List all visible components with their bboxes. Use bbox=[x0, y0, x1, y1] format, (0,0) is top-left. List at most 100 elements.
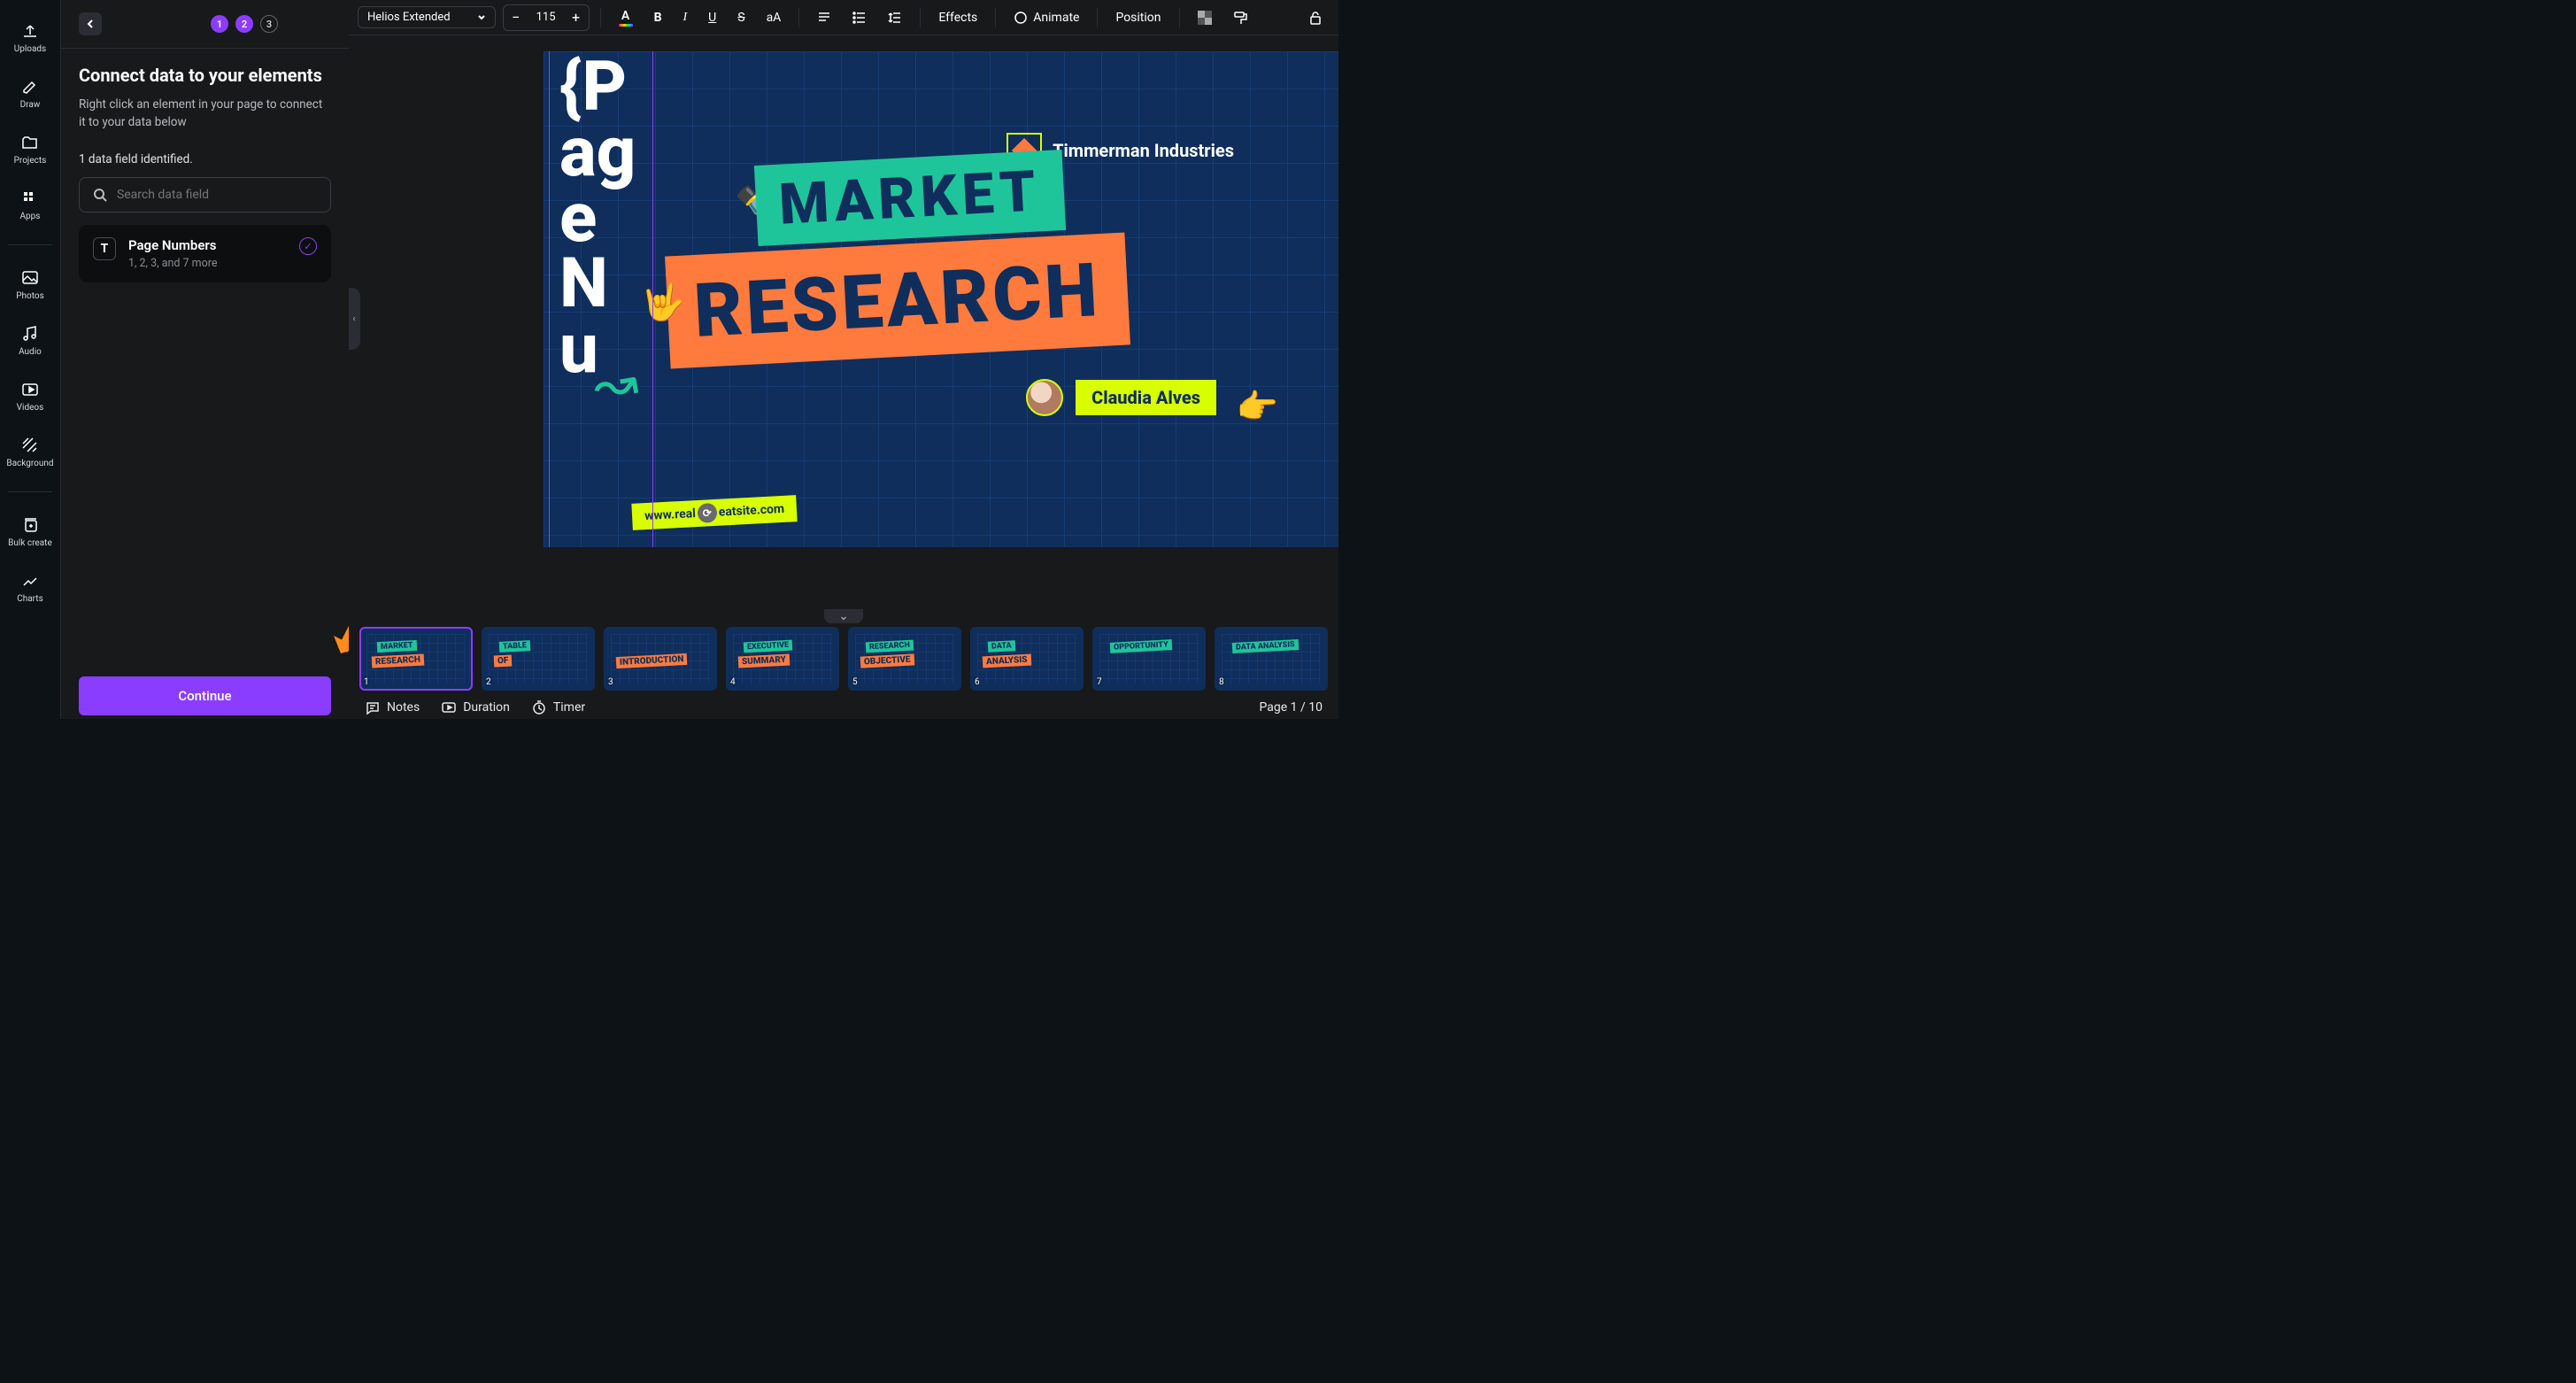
rail-videos[interactable]: Videos bbox=[0, 376, 60, 416]
thumbnail-page-7[interactable]: OPPORTUNITY7 bbox=[1092, 627, 1206, 691]
data-field-card[interactable]: T Page Numbers 1, 2, 3, and 7 more ✓ bbox=[79, 225, 331, 282]
rail-videos-label: Videos bbox=[17, 403, 44, 413]
author-name: Claudia Alves bbox=[1076, 380, 1216, 415]
panel-collapse-handle[interactable]: ‹ bbox=[349, 288, 360, 350]
duration-button[interactable]: Duration bbox=[441, 699, 510, 715]
rail-photos[interactable]: Photos bbox=[0, 265, 60, 305]
field-check-icon: ✓ bbox=[299, 237, 317, 255]
upload-icon bbox=[20, 21, 40, 41]
effects-button[interactable]: Effects bbox=[931, 5, 984, 30]
wizard-steps: 1 2 3 bbox=[61, 0, 349, 49]
underline-button[interactable]: U bbox=[701, 5, 723, 30]
position-button[interactable]: Position bbox=[1108, 5, 1168, 30]
paint-roller-icon bbox=[1233, 11, 1247, 25]
transparency-icon bbox=[1198, 11, 1212, 25]
font-size-value[interactable]: 115 bbox=[528, 11, 564, 24]
list-button[interactable] bbox=[845, 5, 874, 30]
font-name: Helios Extended bbox=[367, 11, 451, 24]
author-block[interactable]: Claudia Alves bbox=[1026, 379, 1216, 416]
font-size-decrease[interactable]: − bbox=[504, 5, 528, 30]
font-size-increase[interactable]: + bbox=[564, 5, 589, 30]
list-icon bbox=[852, 11, 867, 25]
spacing-button[interactable] bbox=[881, 5, 909, 30]
thumbnail-page-4[interactable]: EXECUTIVESUMMARY4 bbox=[726, 627, 839, 691]
brand-text: Timmerman Industries bbox=[1053, 140, 1234, 161]
rail-bulk-create[interactable]: Bulk create bbox=[0, 512, 60, 552]
align-icon bbox=[817, 11, 831, 25]
back-button[interactable] bbox=[79, 12, 102, 35]
rail-draw[interactable]: Draw bbox=[0, 73, 60, 113]
panel-heading: Connect data to your elements bbox=[79, 65, 331, 86]
notes-button[interactable]: Notes bbox=[365, 699, 420, 715]
italic-button[interactable]: I bbox=[676, 5, 695, 30]
sync-icon: ⟳ bbox=[697, 503, 717, 523]
rail-audio[interactable]: Audio bbox=[0, 321, 60, 360]
duration-icon bbox=[441, 699, 457, 715]
rail-bulk-label: Bulk create bbox=[8, 538, 52, 548]
rail-uploads-label: Uploads bbox=[14, 44, 46, 54]
rail-background-label: Background bbox=[6, 459, 53, 468]
step-1[interactable]: 1 bbox=[211, 15, 228, 33]
title-market[interactable]: MARKET bbox=[754, 150, 1066, 246]
side-panel: 1 2 3 Connect data to your elements Righ… bbox=[61, 0, 349, 719]
align-button[interactable] bbox=[810, 5, 838, 30]
step-2[interactable]: 2 bbox=[235, 15, 253, 33]
rail-charts-label: Charts bbox=[17, 594, 43, 604]
selected-text-element[interactable]: {Page Nu bbox=[559, 55, 644, 382]
rail-charts[interactable]: Charts bbox=[0, 568, 60, 607]
animate-button[interactable]: Animate bbox=[1006, 5, 1086, 30]
thumbnail-page-5[interactable]: RESEARCHOBJECTIVE5 bbox=[848, 627, 961, 691]
thumbnail-page-3[interactable]: INTRODUCTION3 bbox=[604, 627, 717, 691]
slide-canvas[interactable]: Timmerman Industries ✒️ MARKET RESEARCH … bbox=[544, 51, 1338, 547]
thumbnail-page-2[interactable]: TABLEOF2 bbox=[482, 627, 595, 691]
copy-style-button[interactable] bbox=[1226, 5, 1254, 30]
continue-button[interactable]: Continue bbox=[79, 676, 331, 715]
field-desc: 1, 2, 3, and 7 more bbox=[128, 257, 287, 270]
rail-background[interactable]: Background bbox=[0, 432, 60, 472]
author-avatar bbox=[1026, 379, 1063, 416]
timer-button[interactable]: Timer bbox=[531, 699, 585, 715]
duplicate-icon bbox=[20, 515, 40, 535]
text-color-button[interactable]: A bbox=[612, 4, 640, 32]
thumbnail-page-1[interactable]: MARKETRESEARCH1 bbox=[359, 627, 473, 691]
step-3[interactable]: 3 bbox=[260, 15, 278, 33]
rail-apps-label: Apps bbox=[20, 212, 41, 221]
animate-icon bbox=[1014, 11, 1028, 25]
folder-icon bbox=[20, 133, 40, 152]
image-icon bbox=[20, 268, 40, 288]
canvas-area[interactable]: ‹ Timmerman Industries ✒️ MARKET RESEARC… bbox=[349, 35, 1338, 602]
thumbnail-page-8[interactable]: DATA ANALYSIS8 bbox=[1215, 627, 1328, 691]
title-research[interactable]: RESEARCH bbox=[665, 232, 1130, 368]
transparency-button[interactable] bbox=[1191, 5, 1219, 30]
notes-icon bbox=[365, 699, 381, 715]
thumbs-collapse-toggle[interactable]: ⌄ bbox=[824, 609, 863, 623]
chevron-down-icon bbox=[477, 13, 486, 22]
chevron-left-icon bbox=[85, 19, 96, 29]
case-button[interactable]: aA bbox=[760, 5, 789, 30]
rail-uploads[interactable]: Uploads bbox=[0, 18, 60, 58]
font-select[interactable]: Helios Extended bbox=[358, 6, 496, 28]
text-type-icon: T bbox=[93, 237, 116, 260]
left-rail: Uploads Draw Projects Apps Photos Audio … bbox=[0, 0, 61, 719]
rail-draw-label: Draw bbox=[20, 100, 41, 110]
bottom-bar: ⌄ MARKETRESEARCH1TABLEOF2INTRODUCTION3EX… bbox=[349, 602, 1338, 719]
lock-icon bbox=[1308, 11, 1323, 25]
rail-apps[interactable]: Apps bbox=[0, 185, 60, 225]
rail-projects[interactable]: Projects bbox=[0, 129, 60, 169]
chart-icon bbox=[20, 571, 40, 591]
rail-audio-label: Audio bbox=[19, 347, 42, 357]
font-size-group: − 115 + bbox=[503, 4, 590, 31]
page-indicator[interactable]: Page 1 / 10 bbox=[1260, 700, 1323, 715]
rail-photos-label: Photos bbox=[16, 291, 44, 301]
search-input[interactable] bbox=[117, 188, 318, 202]
search-field-box[interactable] bbox=[79, 177, 331, 212]
bold-button[interactable]: B bbox=[647, 5, 669, 30]
panel-subtext: Right click an element in your page to c… bbox=[79, 97, 331, 131]
hand-graphic-2-icon: 👉 bbox=[1237, 388, 1278, 427]
search-icon bbox=[92, 187, 108, 203]
hatch-icon bbox=[20, 436, 40, 455]
timer-icon bbox=[531, 699, 547, 715]
strike-button[interactable]: S bbox=[730, 5, 752, 30]
thumbnail-page-6[interactable]: DATAANALYSIS6 bbox=[970, 627, 1084, 691]
lock-button[interactable] bbox=[1301, 5, 1330, 30]
